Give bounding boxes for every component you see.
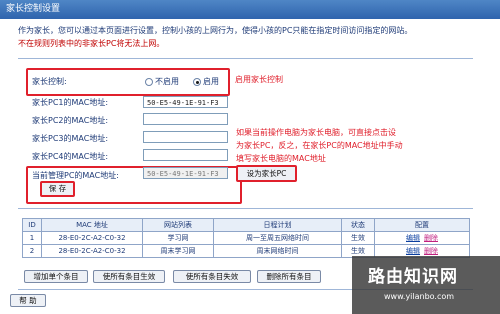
row-mac: 28-E0-2C-A2-C0-32	[41, 231, 143, 245]
watermark-url: www.yilanbo.com	[384, 292, 455, 301]
radio-disable-dot[interactable]	[145, 77, 153, 86]
control-label: 家长控制:	[32, 77, 67, 86]
row-sites: 学习网	[142, 231, 214, 245]
table-header-row: ID MAC 地址 网站列表 日程计划 状态 配置	[22, 218, 470, 232]
delete-link[interactable]: 删除	[424, 234, 438, 242]
enable-annotation: 启用家长控制	[235, 75, 283, 84]
pc3-label: 家长PC3的MAC地址:	[32, 134, 109, 143]
col-mac-header: MAC 地址	[41, 218, 143, 232]
save-button[interactable]: 保 存	[40, 181, 75, 197]
radio-enable[interactable]: 启用	[193, 76, 219, 87]
radio-disable[interactable]: 不启用	[145, 76, 179, 87]
radio-enable-dot[interactable]	[193, 77, 201, 86]
pc1-label: 家长PC1的MAC地址:	[32, 98, 109, 107]
mac-annotation: 如果当前操作电脑为家长电脑，可直接点击设 为家长PC，反之，在家长PC的MAC地…	[236, 126, 403, 165]
col-schedule-header: 日程计划	[213, 218, 342, 232]
description-warning: 不在规则列表中的非家长PC将无法上网。	[18, 39, 165, 48]
divider	[18, 58, 473, 59]
delete-all-button[interactable]: 删除所有条目	[257, 270, 321, 283]
page-description: 作为家长，您可以通过本页面进行设置，控制小孩的上网行为，使得小孩的PC只能在指定…	[18, 24, 488, 50]
current-mac-label: 当前管理PC的MAC地址:	[32, 171, 119, 180]
pc3-mac-input[interactable]	[143, 131, 228, 143]
enable-all-button[interactable]: 使所有条目生效	[93, 270, 165, 283]
row-sites: 周末学习网	[142, 244, 214, 258]
mac-annotation-line: 为家长PC，反之，在家长PC的MAC地址中手动	[236, 141, 403, 150]
mac-annotation-line: 填写家长电脑的MAC地址	[236, 154, 326, 163]
col-id-header: ID	[22, 218, 42, 232]
help-button[interactable]: 帮 助	[10, 294, 46, 307]
pc4-label: 家长PC4的MAC地址:	[32, 152, 109, 161]
add-entry-button[interactable]: 增加单个条目	[24, 270, 88, 283]
set-parent-pc-button[interactable]: 设为家长PC	[236, 165, 297, 182]
disable-all-button[interactable]: 使所有条目失效	[173, 270, 251, 283]
col-config-header: 配置	[374, 218, 470, 232]
col-sites-header: 网站列表	[142, 218, 214, 232]
row-mac: 28-E0-2C-A2-C0-32	[41, 244, 143, 258]
pc1-mac-input[interactable]: 50-E5-49-1E-91-F3	[143, 96, 228, 108]
radio-enable-label: 启用	[203, 77, 219, 86]
table-row: 1 28-E0-2C-A2-C0-32 学习网 周一至周五网络时间 生效 编辑删…	[22, 231, 470, 245]
row-config: 编辑 删除	[374, 231, 470, 245]
row-schedule: 周末网络时间	[213, 244, 342, 258]
edit-link[interactable]: 编辑	[406, 247, 420, 255]
col-status-header: 状态	[341, 218, 375, 232]
row-schedule: 周一至周五网络时间	[213, 231, 342, 245]
row-id: 2	[22, 244, 42, 258]
window-title: 家长控制设置	[0, 0, 500, 19]
radio-disable-label: 不启用	[155, 77, 179, 86]
watermark: 路由知识网 www.yilanbo.com	[352, 256, 500, 314]
row-status: 生效	[341, 231, 375, 245]
pc2-mac-input[interactable]	[143, 113, 228, 125]
watermark-title: 路由知识网	[368, 267, 458, 287]
pc4-mac-input[interactable]	[143, 149, 228, 161]
rules-table: ID MAC 地址 网站列表 日程计划 状态 配置 1 28-E0-2C-A2-…	[22, 218, 470, 258]
description-text: 作为家长，您可以通过本页面进行设置，控制小孩的上网行为，使得小孩的PC只能在指定…	[18, 26, 413, 35]
mac-annotation-line: 如果当前操作电脑为家长电脑，可直接点击设	[236, 128, 396, 137]
edit-link[interactable]: 编辑	[406, 234, 420, 242]
pc2-label: 家长PC2的MAC地址:	[32, 116, 109, 125]
current-mac-display: 50-E5-49-1E-91-F3	[143, 167, 228, 179]
row-id: 1	[22, 231, 42, 245]
divider	[18, 208, 473, 209]
delete-link[interactable]: 删除	[424, 247, 438, 255]
